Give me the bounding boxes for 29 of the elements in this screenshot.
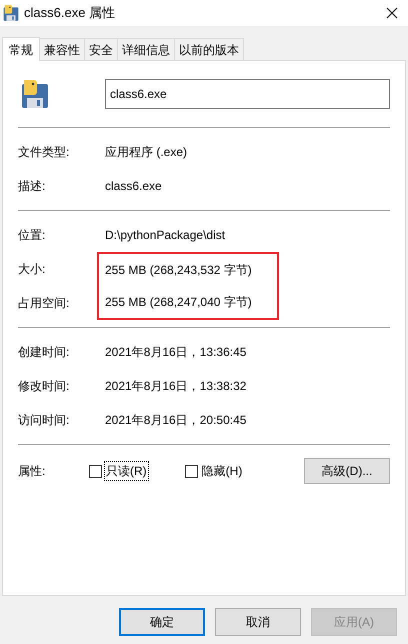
- field-label: 文件类型:: [18, 144, 70, 161]
- field-value: 2021年8月16日，20:50:45: [105, 412, 246, 429]
- tab[interactable]: 以前的版本: [174, 38, 244, 60]
- dialog-button[interactable]: 取消: [215, 608, 301, 636]
- window-title: class6.exe 属性: [24, 4, 116, 22]
- advanced-button[interactable]: 高级(D)...: [304, 458, 390, 484]
- checkbox[interactable]: 隐藏(H): [184, 461, 244, 481]
- field-label: 占用空间:: [18, 295, 70, 312]
- field-value: class6.exe: [105, 178, 162, 195]
- checkbox-box[interactable]: [89, 464, 102, 478]
- field-label: 描述:: [18, 178, 46, 195]
- field-label: 访问时间:: [18, 412, 70, 429]
- floppy-disk-icon: [19, 78, 51, 110]
- field-value: D:\pythonPackage\dist: [105, 227, 226, 244]
- field-value: 2021年8月16日，13:36:45: [105, 344, 246, 361]
- field-value: 255 MB (268,243,532 字节): [105, 262, 252, 279]
- field-label: 属性:: [18, 463, 46, 480]
- field-value: 2021年8月16日，13:38:32: [105, 378, 246, 395]
- field-value: 255 MB (268,247,040 字节): [105, 294, 252, 311]
- close-icon[interactable]: [386, 7, 398, 19]
- checkbox-box[interactable]: [184, 464, 198, 478]
- field-value: 应用程序 (.exe): [105, 144, 188, 161]
- field-label: 大小:: [18, 261, 46, 278]
- dialog-button[interactable]: 确定: [119, 608, 205, 636]
- file-name-field[interactable]: class6.exe: [105, 79, 390, 109]
- field-label: 位置:: [18, 227, 46, 244]
- tab[interactable]: 常规: [2, 37, 40, 61]
- field-label: 创建时间:: [18, 344, 70, 361]
- field-label: 修改时间:: [18, 378, 70, 395]
